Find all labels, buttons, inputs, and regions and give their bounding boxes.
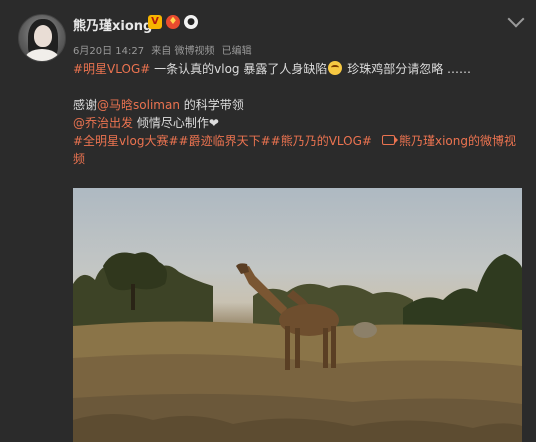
post-line-5: 频 (73, 150, 513, 168)
mention-mahan[interactable]: @马晗soliman (97, 98, 180, 112)
post-line-4: #全明星vlog大赛##爵迹临界天下##熊乃乃的VLOG# 熊乃瑾xiong的微博… (73, 132, 516, 150)
edited-label[interactable]: 已编辑 (222, 46, 252, 57)
thanks-suffix: 的科学带领 (183, 98, 244, 112)
post-date[interactable]: 6月20日 14:27 (73, 46, 144, 57)
weibo-post-card: 熊乃瑾xiong V ♦ ● 6月20日 14:27 来自 微博视频 已编辑 #… (0, 0, 536, 442)
post-line-1: #明星VLOG# 一条认真的vlog 暴露了人身缺陷 珍珠鸡部分请忽略 …… (73, 60, 513, 78)
post-line-3: @乔治出发 倾情尽心制作❤ (73, 114, 513, 132)
post-content: #明星VLOG# 一条认真的vlog 暴露了人身缺陷 珍珠鸡部分请忽略 …… 感… (73, 60, 516, 168)
embarrassed-emoji-icon (328, 61, 343, 75)
verified-v-icon[interactable]: V (148, 15, 162, 29)
hashtag-xiong-vlog[interactable]: #熊乃乃的VLOG# (271, 134, 372, 148)
savanna-giraffe-scene (73, 252, 522, 442)
avatar-body (25, 49, 59, 61)
video-link-cont[interactable]: 频 (73, 152, 85, 166)
chevron-down-icon[interactable] (507, 10, 525, 28)
hashtag-star-vlog[interactable]: #明星VLOG# (73, 62, 150, 76)
video-icon (381, 135, 398, 145)
post-text-1b: 珍珠鸡部分请忽略 …… (347, 62, 472, 76)
post-line-2: 感谢@马晗soliman 的科学带领 (73, 96, 513, 114)
mention-qiaozhi[interactable]: @乔治出发 (73, 116, 133, 130)
username[interactable]: 熊乃瑾xiong (73, 15, 152, 34)
post-text-3: 倾情尽心制作❤ (136, 116, 219, 130)
hashtag-jueji[interactable]: #爵迹临界天下# (179, 134, 271, 148)
fans-badge-icon[interactable]: ♦ (166, 15, 180, 29)
avatar-face (34, 25, 52, 47)
post-meta: 6月20日 14:27 来自 微博视频 已编辑 (73, 42, 256, 57)
thanks-prefix: 感谢 (73, 98, 98, 112)
post-source: 来自 微博视频 (151, 46, 215, 57)
video-thumbnail[interactable] (73, 188, 522, 442)
user-badges: V ♦ ● (148, 15, 198, 29)
post-text-1: 一条认真的vlog 暴露了人身缺陷 (154, 62, 328, 76)
avatar[interactable] (18, 14, 66, 62)
hashtag-all-star-vlog[interactable]: #全明星vlog大赛# (73, 134, 179, 148)
panda-badge-icon[interactable]: ● (184, 15, 198, 29)
video-link[interactable]: 熊乃瑾xiong的微博视 (399, 134, 516, 148)
